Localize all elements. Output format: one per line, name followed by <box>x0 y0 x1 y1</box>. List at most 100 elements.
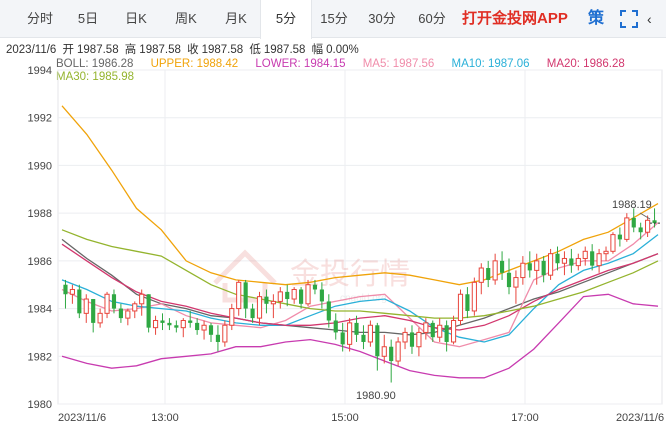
candle-body <box>83 298 89 314</box>
candle-body <box>389 346 394 362</box>
candle-body <box>541 260 546 276</box>
x-tick-label: 2023/11/6 <box>58 412 106 424</box>
x-axis: 2023/11/6 13:00 15:00 17:00 2023/11/6 <box>58 412 664 424</box>
candle-body <box>299 289 304 304</box>
candle-body <box>132 303 138 312</box>
candle <box>111 289 117 314</box>
candle <box>299 287 304 309</box>
candle <box>69 284 75 304</box>
candle <box>118 303 123 323</box>
candle-body <box>555 253 560 264</box>
y-tick-label: 1986 <box>28 256 52 268</box>
candle <box>188 310 193 328</box>
x-tick-label: 2023/11/6 <box>616 412 664 424</box>
candle-body <box>340 332 345 345</box>
candle <box>506 258 512 295</box>
candle <box>492 253 498 285</box>
candle-body <box>423 322 429 333</box>
candle <box>243 279 248 319</box>
candle-body <box>492 260 498 281</box>
candle-body <box>367 324 373 343</box>
candle <box>381 334 387 364</box>
candle <box>326 294 331 328</box>
candle <box>465 287 470 319</box>
candle <box>277 287 283 309</box>
candle-body <box>513 277 519 288</box>
candle <box>555 246 560 271</box>
y-tick-label: 1994 <box>28 65 52 77</box>
candle-body <box>520 262 526 279</box>
candle <box>208 322 214 342</box>
candle-body <box>277 291 283 302</box>
candle <box>256 291 263 326</box>
candle-body <box>590 251 595 266</box>
candle <box>367 320 373 347</box>
candle-body <box>285 291 290 300</box>
candle-body <box>195 322 200 331</box>
candle <box>125 308 131 326</box>
candle-body <box>409 332 415 347</box>
candle <box>201 320 207 340</box>
candle-body <box>617 234 622 240</box>
candle-body <box>354 322 359 335</box>
candle <box>534 253 540 285</box>
high-price-label: 1988.19 <box>612 199 652 211</box>
x-tick-label: 17:00 <box>511 412 539 424</box>
candle-body <box>326 301 331 321</box>
candle-body <box>624 217 630 240</box>
candle <box>395 337 401 366</box>
candle <box>402 327 408 350</box>
candle-body <box>610 234 616 252</box>
candle-body <box>631 217 636 228</box>
candle-body <box>250 308 255 319</box>
candle-body <box>91 299 96 323</box>
candle-body <box>146 294 151 328</box>
annotations: 1988.19 1980.90 <box>356 199 662 402</box>
candle <box>499 251 505 280</box>
candle <box>97 308 103 328</box>
candle-body <box>305 284 311 305</box>
candle <box>291 287 297 304</box>
candle-body <box>69 288 75 295</box>
candle <box>596 248 602 273</box>
candle <box>132 301 138 319</box>
candle-body <box>444 325 449 342</box>
candle-body <box>395 341 401 362</box>
candle-body <box>596 253 602 267</box>
candle-body <box>319 289 324 302</box>
candle <box>160 313 165 331</box>
candle-body <box>160 320 165 323</box>
candle-body <box>167 322 172 326</box>
candle-body <box>375 325 380 357</box>
candle-body <box>645 219 651 233</box>
candle-body <box>333 320 338 333</box>
candle-body <box>430 322 435 338</box>
candle-body <box>603 250 609 255</box>
candlestick-chart[interactable]: 金投行情 cngold.org 198019821984198619881990… <box>0 0 666 424</box>
candle <box>513 270 519 304</box>
candle-body <box>569 258 574 266</box>
candle-body <box>582 250 588 259</box>
candle-body <box>270 300 276 305</box>
candle <box>104 291 110 319</box>
candle <box>437 318 443 342</box>
candle <box>236 279 242 316</box>
candle-body <box>208 325 214 335</box>
candle <box>527 251 532 278</box>
candle <box>174 320 179 333</box>
y-tick-label: 1984 <box>28 304 52 316</box>
candle-body <box>638 227 643 233</box>
candle-body <box>63 284 68 295</box>
plot-border <box>57 69 663 405</box>
candle-body <box>534 260 540 271</box>
candle-body <box>264 296 269 304</box>
candle-body <box>229 308 235 326</box>
low-price-label: 1980.90 <box>356 390 396 402</box>
candle-body <box>152 320 159 329</box>
candle-body <box>236 281 242 310</box>
series-line-lower <box>61 293 659 379</box>
candle <box>77 284 82 319</box>
candle-body <box>125 310 131 319</box>
candle <box>152 315 159 335</box>
candle <box>375 322 380 371</box>
